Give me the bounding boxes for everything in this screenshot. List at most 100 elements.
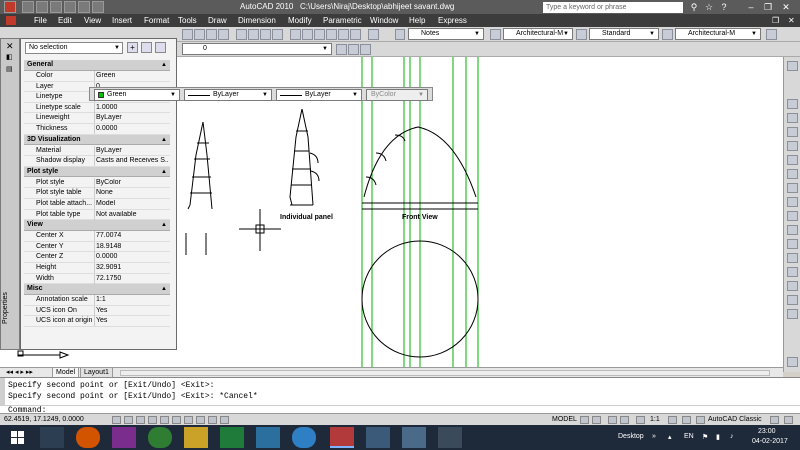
quickcalc-icon[interactable]: [350, 29, 361, 40]
zoom-window-icon[interactable]: [260, 29, 271, 40]
media-icon[interactable]: [366, 427, 390, 448]
property-value[interactable]: ByLayer: [96, 114, 168, 121]
document-icon[interactable]: [402, 427, 426, 448]
clock-date[interactable]: 04-02-2017: [752, 438, 788, 445]
property-row[interactable]: Plot table type Not available: [24, 209, 170, 221]
property-value[interactable]: Casts and Receives S...: [96, 157, 168, 164]
copy-object-icon[interactable]: [787, 113, 798, 123]
powerpoint-icon[interactable]: [256, 427, 280, 448]
zoom-realtime-icon[interactable]: [248, 29, 259, 40]
dyn-icon[interactable]: [196, 416, 205, 424]
property-row[interactable]: Plot style ByColor: [24, 177, 170, 189]
property-row[interactable]: Shadow display Casts and Receives S...: [24, 156, 170, 167]
property-value[interactable]: Model: [96, 200, 168, 207]
property-row[interactable]: Lineweight ByLayer: [24, 113, 170, 124]
dim-style-icon[interactable]: [490, 29, 501, 40]
collapse-icon[interactable]: ▲: [161, 60, 167, 70]
minimize-icon[interactable]: –: [745, 1, 757, 13]
palette-properties-icon[interactable]: ▤: [6, 65, 13, 73]
folder-icon[interactable]: [184, 427, 208, 448]
property-value[interactable]: 0.0000: [96, 253, 168, 260]
array-icon[interactable]: [787, 155, 798, 165]
polar-icon[interactable]: [148, 416, 157, 424]
property-row[interactable]: Height 32.9091: [24, 263, 170, 274]
close-icon[interactable]: ✕: [780, 1, 792, 13]
firefox-icon[interactable]: [76, 427, 100, 448]
toolbar-end-icon[interactable]: [766, 29, 777, 40]
markup-icon[interactable]: [338, 29, 349, 40]
stretch-icon[interactable]: [787, 211, 798, 221]
offset-icon[interactable]: [787, 141, 798, 151]
plot-icon[interactable]: [92, 1, 104, 13]
flag-icon[interactable]: ⚑: [702, 433, 708, 441]
section-header[interactable]: Misc ▲: [24, 284, 170, 295]
clock-time[interactable]: 23:00: [758, 428, 776, 435]
property-value[interactable]: 1.0000: [96, 104, 168, 111]
menu-view[interactable]: View: [84, 16, 101, 25]
section-header[interactable]: General ▲: [24, 60, 170, 71]
break-icon[interactable]: [787, 253, 798, 263]
qnew-icon[interactable]: [22, 1, 34, 13]
menu-dimension[interactable]: Dimension: [238, 16, 276, 25]
workspace-label[interactable]: AutoCAD Classic: [708, 416, 762, 423]
annotation-scale-value[interactable]: 1:1: [650, 416, 660, 423]
palette-close-icon[interactable]: ✕: [6, 41, 14, 52]
menu-express[interactable]: Express: [438, 16, 467, 25]
mleader-style-select[interactable]: Architectural-M ▼: [675, 28, 761, 40]
windows-explorer-icon[interactable]: [40, 427, 64, 448]
search-input[interactable]: Type a keyword or phrase: [543, 2, 683, 13]
properties-titlebar[interactable]: ✕ ◧ ▤ Properties: [0, 38, 20, 350]
fillet-icon[interactable]: [787, 295, 798, 305]
help-toolbar-icon[interactable]: [368, 29, 379, 40]
text-style-select[interactable]: Notes ▼: [408, 28, 484, 40]
help-icon[interactable]: ?: [718, 1, 730, 13]
layer-states-icon[interactable]: [360, 44, 371, 55]
property-row[interactable]: Annotation scale 1:1: [24, 295, 170, 306]
property-value[interactable]: None: [96, 189, 168, 196]
restore-icon[interactable]: ❐: [762, 1, 774, 13]
table-style-select[interactable]: Standard ▼: [589, 28, 659, 40]
redo-icon[interactable]: [78, 1, 90, 13]
lineweight-select[interactable]: ByLayer ▼: [276, 89, 362, 101]
project-icon[interactable]: [220, 427, 244, 448]
quick-select-icon[interactable]: [155, 42, 166, 53]
menu-edit[interactable]: Edit: [58, 16, 72, 25]
make-current-layer-icon[interactable]: [336, 44, 347, 55]
property-row[interactable]: Thickness 0.0000: [24, 124, 170, 135]
pan-icon[interactable]: [236, 29, 247, 40]
tool-palettes-icon[interactable]: [314, 29, 325, 40]
volume-icon[interactable]: ♪: [730, 433, 734, 440]
scrollbar-down-icon[interactable]: [787, 357, 798, 367]
property-row[interactable]: UCS icon at origin Yes: [24, 316, 170, 327]
property-value[interactable]: 72.1750: [96, 275, 168, 282]
network-icon[interactable]: ▮: [716, 433, 720, 441]
select-objects-icon[interactable]: [141, 42, 152, 53]
linetype-select[interactable]: ByLayer ▼: [184, 89, 272, 101]
property-value[interactable]: 77.0074: [96, 232, 168, 239]
property-row[interactable]: Plot table attach... Model: [24, 199, 170, 210]
osnap-icon[interactable]: [160, 416, 169, 424]
text-style-icon[interactable]: [395, 29, 405, 40]
grid-icon[interactable]: [124, 416, 133, 424]
dim-style-select[interactable]: Architectural-M ▼: [503, 28, 573, 40]
collapse-icon[interactable]: ▲: [161, 135, 167, 145]
collapse-icon[interactable]: ▲: [161, 284, 167, 294]
internet-explorer-icon[interactable]: [292, 427, 316, 448]
otrack-icon[interactable]: [172, 416, 181, 424]
chrome-icon[interactable]: [148, 427, 172, 448]
chamfer-icon[interactable]: [787, 281, 798, 291]
menu-parametric[interactable]: Parametric: [323, 16, 362, 25]
open-icon[interactable]: [36, 1, 48, 13]
property-row[interactable]: Center Z 0.0000: [24, 252, 170, 263]
menu-modify[interactable]: Modify: [288, 16, 312, 25]
coordinate-readout[interactable]: 62.4519, 17.1249, 0.0000: [4, 416, 84, 423]
layer-previous-icon[interactable]: [348, 44, 359, 55]
section-header[interactable]: Plot style ▲: [24, 166, 170, 178]
model-space-toggle[interactable]: MODEL: [552, 416, 577, 423]
property-value[interactable]: 18.9148: [96, 243, 168, 250]
application-menu-button[interactable]: [4, 1, 16, 13]
rotate-icon[interactable]: [787, 183, 798, 193]
collapse-icon[interactable]: ▲: [161, 220, 167, 230]
section-header[interactable]: View ▲: [24, 220, 170, 231]
property-value[interactable]: Yes: [96, 307, 168, 314]
